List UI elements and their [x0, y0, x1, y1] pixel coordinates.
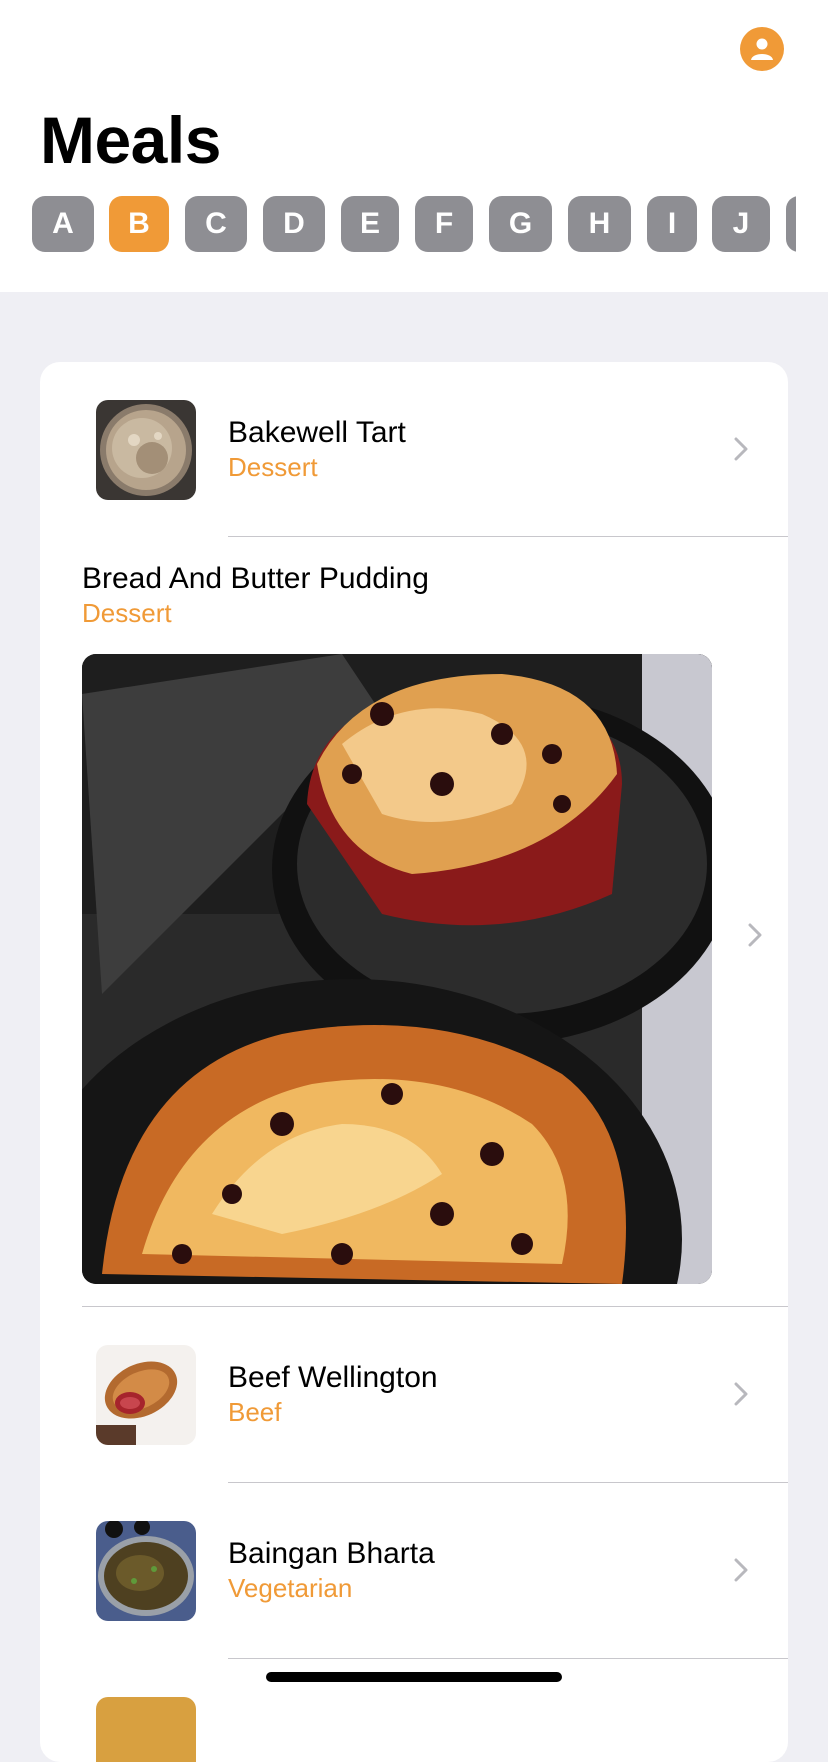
profile-button[interactable] — [740, 27, 784, 71]
person-icon — [751, 38, 773, 60]
meal-name: Bread And Butter Pudding — [82, 562, 429, 595]
meal-category: Dessert — [82, 598, 172, 628]
letter-chip-i[interactable]: I — [647, 196, 697, 252]
featured-list-item[interactable]: Bread And Butter Pudding Dessert — [40, 362, 788, 1307]
letter-chip-j[interactable]: J — [712, 196, 770, 252]
letter-chip-c[interactable]: C — [185, 196, 247, 252]
page-title: Meals — [40, 103, 221, 177]
letter-chip-h[interactable]: H — [568, 196, 631, 252]
meal-category: Beef — [228, 1397, 282, 1427]
letter-chip-partial[interactable] — [786, 196, 796, 252]
list-item[interactable]: Baingan Bharta Vegetarian — [40, 1483, 788, 1659]
letter-chip-d[interactable]: D — [263, 196, 325, 252]
chevron-right-icon — [728, 1381, 754, 1407]
meal-list: Bakewell Tart Dessert Bread And Butter P… — [40, 362, 788, 1762]
letter-chip-a[interactable]: A — [32, 196, 94, 252]
meal-name: Baingan Bharta — [228, 1537, 435, 1570]
letter-chip-g[interactable]: G — [489, 196, 552, 252]
letter-chip-e[interactable]: E — [341, 196, 399, 252]
meal-thumbnail — [96, 1697, 196, 1762]
home-indicator[interactable] — [266, 1672, 562, 1682]
chevron-right-icon — [742, 922, 768, 948]
list-item[interactable]: Beef Wellington Beef — [40, 1307, 788, 1483]
meal-thumbnail — [96, 1521, 196, 1621]
meal-name: Beef Wellington — [228, 1361, 438, 1394]
letter-filter-bar[interactable]: A B C D E F G H I J — [32, 196, 796, 252]
meal-thumbnail — [96, 1345, 196, 1445]
letter-chip-b[interactable]: B — [109, 196, 169, 252]
letter-chip-f[interactable]: F — [415, 196, 473, 252]
chevron-right-icon — [728, 1557, 754, 1583]
meal-image — [82, 654, 712, 1284]
meal-category: Vegetarian — [228, 1573, 353, 1603]
navigation-header: Meals A B C D E F G H I J — [0, 0, 828, 292]
